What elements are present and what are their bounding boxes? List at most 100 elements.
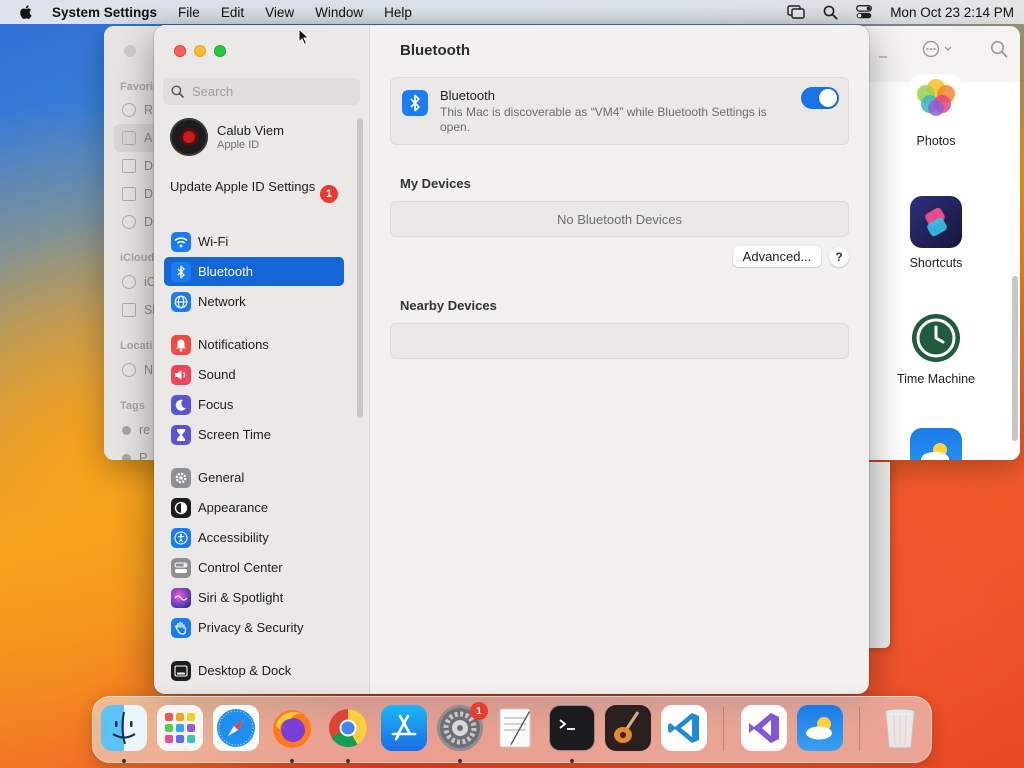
finder-app-label: Photos (916, 134, 956, 148)
spotlight-search-icon[interactable] (823, 5, 838, 20)
dock-launchpad[interactable] (157, 705, 203, 751)
sidebar-item-label: Focus (198, 397, 234, 412)
tag-dot-icon (122, 425, 131, 435)
sidebar-item-label: Sound (198, 367, 236, 382)
dock-garageband[interactable] (605, 705, 651, 751)
apple-menu-icon[interactable] (18, 4, 34, 20)
finder-sidebar-item[interactable]: iC (122, 275, 156, 289)
settings-search-input[interactable] (192, 84, 352, 99)
sidebar-item-wifi[interactable]: Wi-Fi (164, 227, 344, 256)
finder-app-time-machine[interactable]: Time Machine (868, 312, 1004, 386)
sidebar-item-siri-spotlight[interactable]: Siri & Spotlight (164, 583, 344, 612)
dock-visual-studio[interactable] (741, 705, 787, 751)
sidebar-item-label: Desktop & Dock (198, 663, 292, 678)
apple-id-account[interactable]: Calub Viem Apple ID (170, 118, 284, 156)
finder-sidebar-item[interactable]: D (122, 159, 153, 173)
sidebar-scrollbar[interactable] (357, 118, 363, 418)
bluetooth-label: Bluetooth (440, 88, 495, 103)
app-store-icon (391, 714, 417, 741)
menu-window[interactable]: Window (315, 5, 363, 20)
sidebar-item-appearance[interactable]: Appearance (164, 493, 344, 522)
account-name: Calub Viem (217, 123, 284, 138)
finder-scrollbar[interactable] (1012, 276, 1018, 441)
more-actions-icon[interactable] (922, 40, 956, 58)
help-button[interactable]: ? (829, 247, 849, 267)
finder-sidebar-item[interactable]: A (122, 131, 152, 145)
dock-vscode[interactable] (661, 705, 707, 751)
finder-app-shortcuts[interactable]: Shortcuts (868, 196, 1004, 270)
sidebar-item-general[interactable]: General (164, 463, 344, 492)
dock-finder[interactable] (101, 705, 147, 751)
weather-icon (910, 428, 962, 460)
dock-running-indicator (122, 759, 126, 763)
sidebar-item-label: Notifications (198, 337, 269, 352)
dock-weather[interactable] (797, 705, 843, 751)
moon-icon (171, 394, 191, 415)
dock-running-indicator (570, 759, 574, 763)
safari-icon (217, 709, 255, 747)
sidebar-item-bluetooth[interactable]: Bluetooth (164, 257, 344, 286)
screen-mirroring-icon[interactable] (787, 5, 805, 19)
dock-textedit[interactable] (493, 705, 539, 751)
account-subtitle: Apple ID (217, 139, 260, 151)
document-icon (122, 187, 136, 201)
menu-app-name[interactable]: System Settings (52, 5, 157, 20)
sidebar-item-desktop-dock[interactable]: Desktop & Dock (164, 656, 344, 685)
dock-chrome[interactable] (325, 705, 371, 751)
dock-app-store[interactable] (381, 705, 427, 751)
dock-terminal[interactable] (549, 705, 595, 751)
search-icon[interactable] (990, 40, 1008, 58)
bluetooth-toggle[interactable] (801, 87, 839, 109)
advanced-button[interactable]: Advanced... (733, 246, 821, 267)
menu-view[interactable]: View (265, 5, 294, 20)
control-center-icon[interactable] (856, 5, 873, 19)
network-icon (122, 363, 136, 377)
menu-clock[interactable]: Mon Oct 23 2:14 PM (890, 5, 1014, 20)
share-icon[interactable] (878, 40, 888, 58)
finder-toolbar (878, 40, 1008, 58)
sidebar-item-focus[interactable]: Focus (164, 390, 344, 419)
finder-sidebar-item[interactable]: N (122, 363, 153, 377)
finder-close-button[interactable] (124, 45, 136, 57)
finder-sidebar-item[interactable]: re (122, 423, 150, 437)
finder-sidebar-item[interactable]: Sl (122, 303, 155, 317)
close-button[interactable] (174, 45, 186, 57)
menu-help[interactable]: Help (384, 5, 412, 20)
dock-running-indicator (458, 759, 462, 763)
dock-trash[interactable] (877, 705, 923, 751)
settings-search-field[interactable] (163, 78, 360, 105)
dock-firefox[interactable] (269, 705, 315, 751)
update-apple-id-settings[interactable]: Update Apple ID Settings (170, 179, 340, 195)
zoom-button[interactable] (214, 45, 226, 57)
finder-sidebar-header-locations: Locati (120, 340, 153, 352)
time-machine-icon (910, 312, 962, 364)
no-devices-text: No Bluetooth Devices (556, 211, 682, 227)
finder-sidebar-item[interactable]: P (122, 451, 147, 460)
dock-separator (723, 707, 724, 751)
vscode-icon (668, 713, 699, 743)
sidebar-item-accessibility[interactable]: Accessibility (164, 523, 344, 552)
download-icon (122, 215, 136, 229)
finder-app-photos[interactable]: Photos (868, 74, 1004, 148)
tag-dot-icon (122, 453, 131, 460)
sidebar-item-privacy-security[interactable]: Privacy & Security (164, 613, 344, 642)
menu-file[interactable]: File (178, 5, 200, 20)
finder-icon (112, 711, 136, 745)
finder-sidebar-item[interactable]: R (122, 103, 153, 117)
sidebar-item-sound[interactable]: Sound (164, 360, 344, 389)
finder-app-weather[interactable] (868, 428, 1004, 460)
finder-sidebar-item[interactable]: D (122, 187, 153, 201)
sidebar-item-control-center[interactable]: Control Center (164, 553, 344, 582)
dock: 1 (92, 696, 932, 763)
dock-safari[interactable] (213, 705, 259, 751)
clock-icon (122, 103, 136, 117)
sidebar-item-screen-time[interactable]: Screen Time (164, 420, 344, 449)
menu-edit[interactable]: Edit (221, 5, 244, 20)
finder-sidebar-item[interactable]: D (122, 215, 153, 229)
sidebar-item-notifications[interactable]: Notifications (164, 330, 344, 359)
bluetooth-toggle-card: Bluetooth This Mac is discoverable as “V… (390, 77, 849, 145)
sidebar-item-network[interactable]: Network (164, 287, 344, 316)
system-settings-window: Calub Viem Apple ID Update Apple ID Sett… (154, 25, 869, 694)
minimize-button[interactable] (194, 45, 206, 57)
sidebar-item-label: Accessibility (198, 530, 269, 545)
